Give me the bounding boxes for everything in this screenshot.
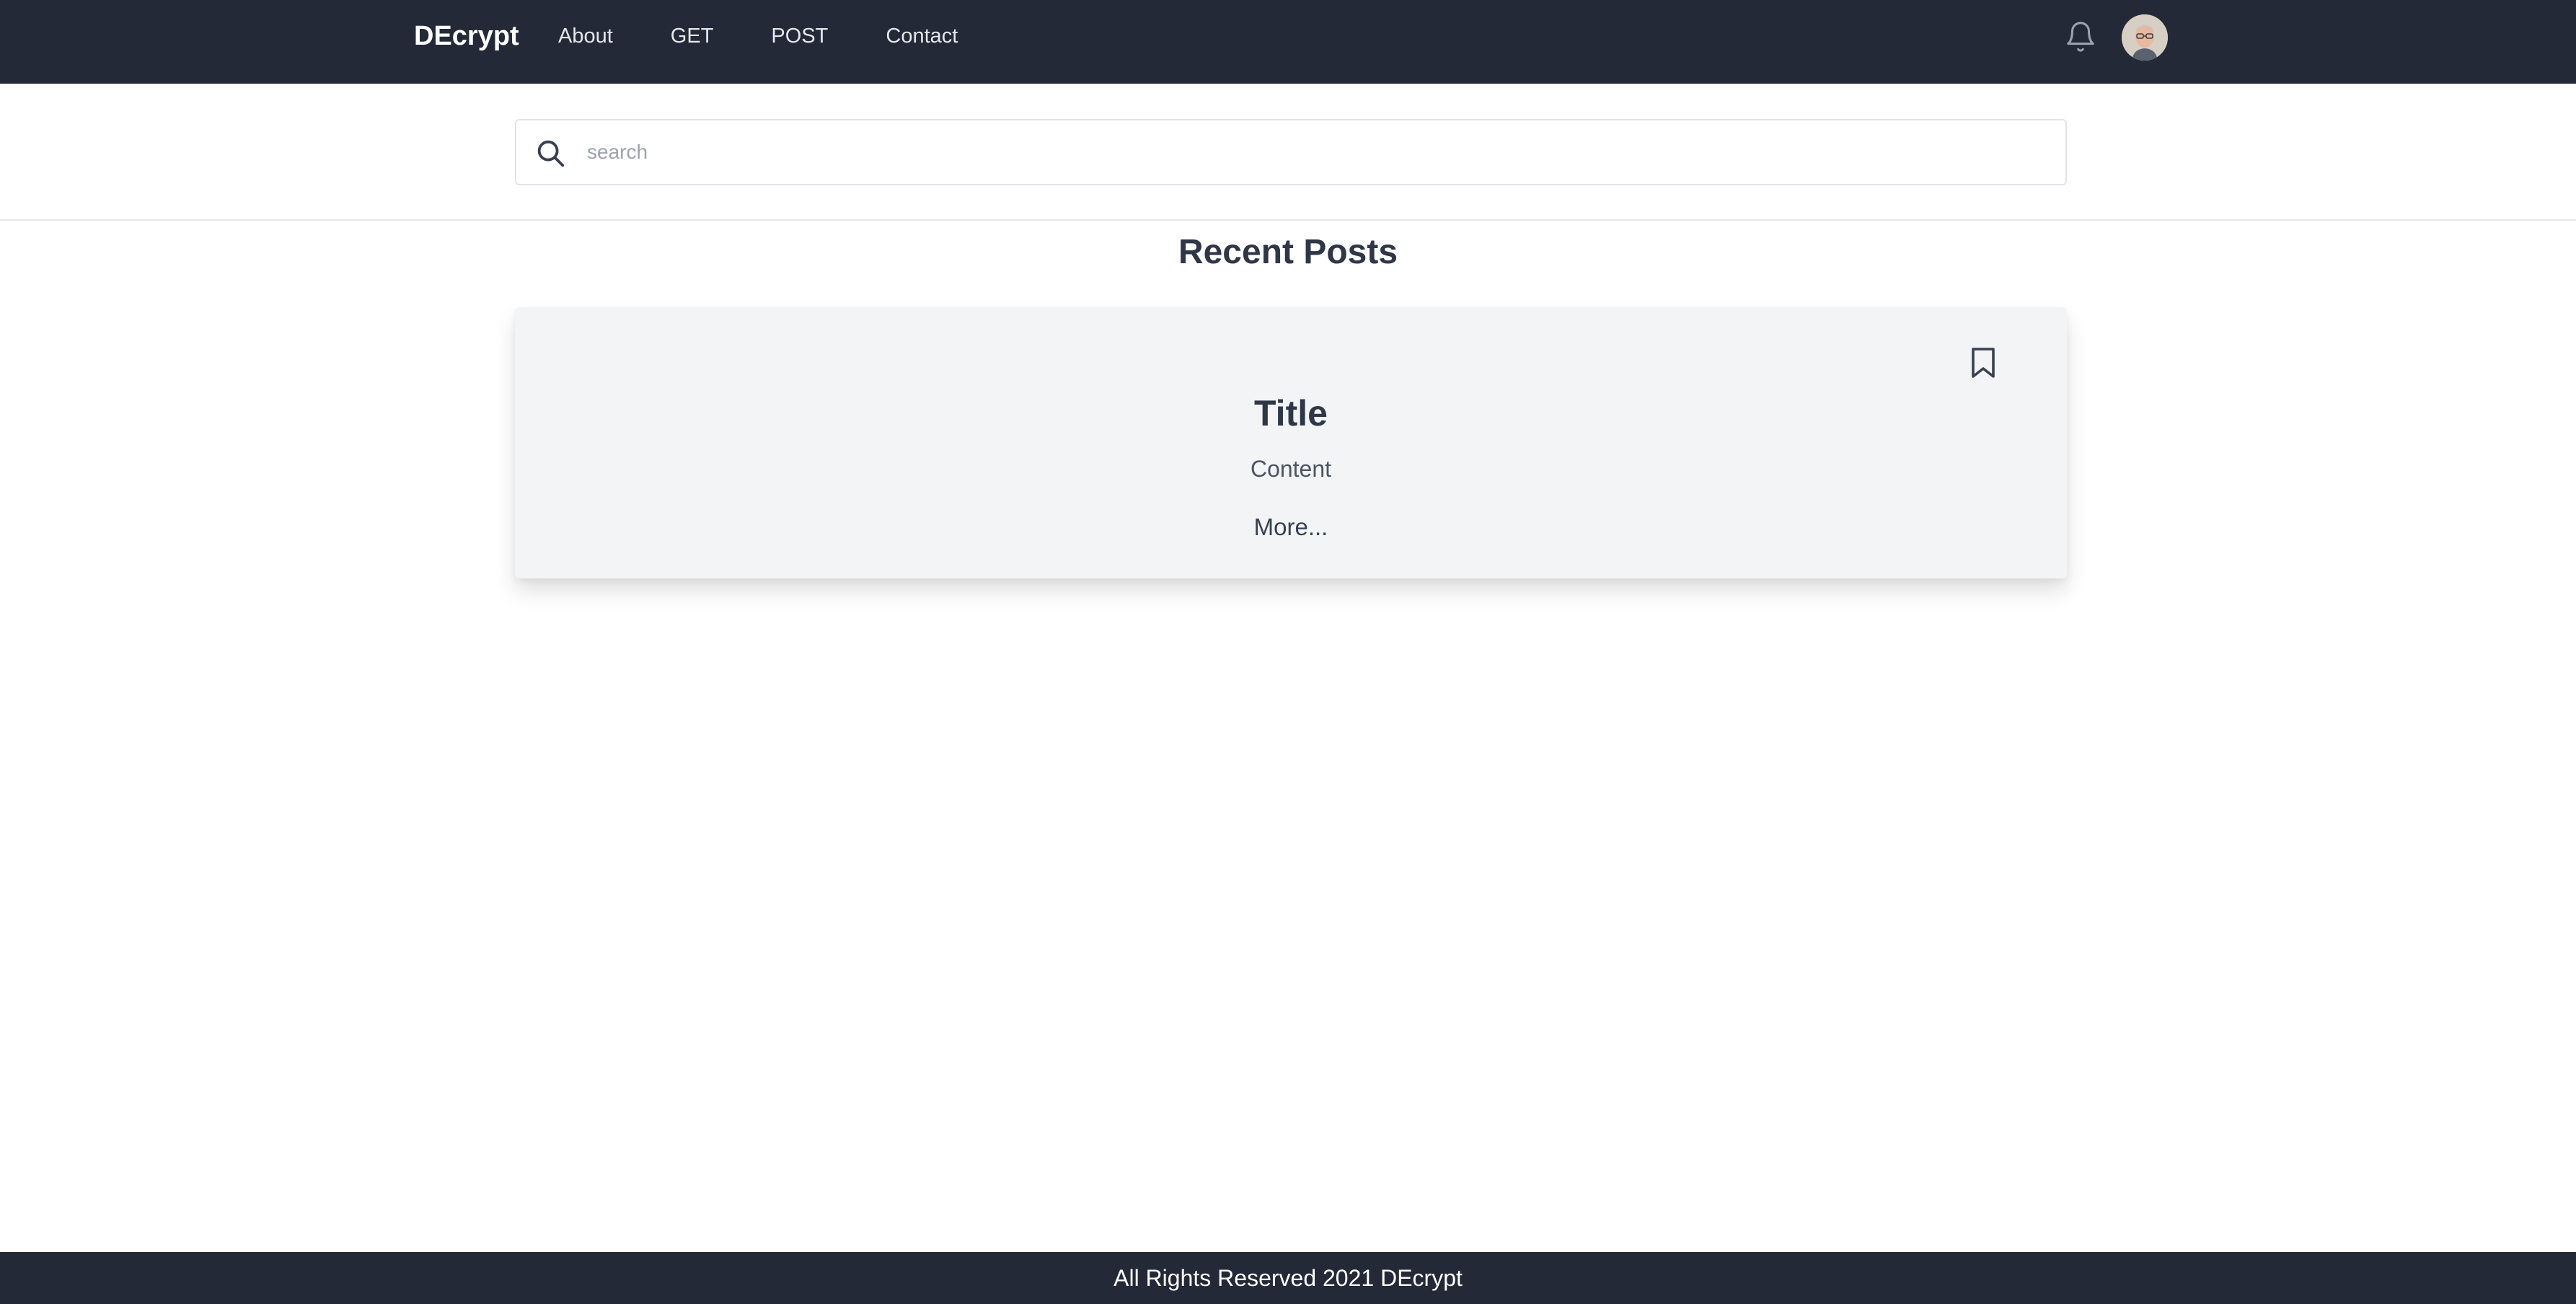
page-title: Recent Posts bbox=[1178, 233, 1398, 271]
post-card: Title Content More... bbox=[515, 307, 2067, 578]
nav-link-contact[interactable]: Contact bbox=[886, 25, 958, 48]
bell-icon[interactable] bbox=[2064, 20, 2097, 53]
nav-link-get[interactable]: GET bbox=[671, 25, 714, 48]
bookmark-icon[interactable] bbox=[1969, 346, 1998, 379]
search-section bbox=[0, 84, 2576, 221]
brand-logo[interactable]: DEcrypt bbox=[414, 0, 519, 72]
nav-link-about[interactable]: About bbox=[558, 25, 613, 48]
post-more-link[interactable]: More... bbox=[1254, 514, 1328, 540]
nav-links: About GET POST Contact bbox=[558, 0, 1015, 72]
footer-text: All Rights Reserved 2021 DEcrypt bbox=[1113, 1265, 1463, 1291]
search-icon bbox=[534, 136, 567, 169]
search-input[interactable] bbox=[586, 128, 2042, 177]
navbar: DEcrypt About GET POST Contact bbox=[0, 0, 2576, 84]
post-title: Title bbox=[1254, 393, 1328, 433]
post-content: Content bbox=[1250, 456, 1332, 482]
post-more-link-wrapper: More... bbox=[515, 514, 2067, 541]
search-bar[interactable] bbox=[515, 119, 2067, 185]
footer: All Rights Reserved 2021 DEcrypt bbox=[0, 1252, 2576, 1304]
nav-link-post[interactable]: POST bbox=[771, 25, 828, 48]
avatar[interactable] bbox=[2122, 14, 2168, 61]
